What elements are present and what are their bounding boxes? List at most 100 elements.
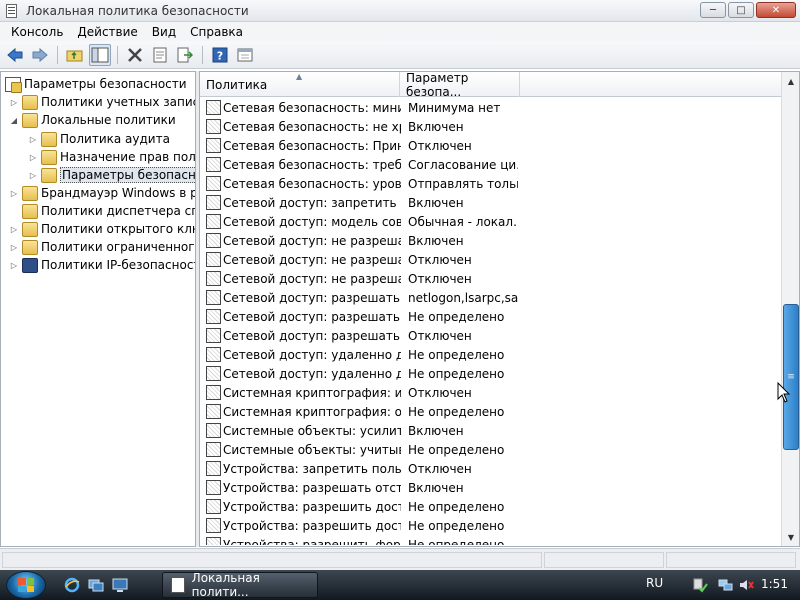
back-arrow-icon[interactable] <box>4 44 26 66</box>
policy-setting-icon <box>206 366 221 381</box>
taskbar-item-local-security-policy[interactable]: Локальная полити... <box>162 571 318 599</box>
expand-arrow-icon[interactable]: ▷ <box>9 243 19 252</box>
security-setting-cell: netlogon,lsarpc,sa... <box>408 290 518 305</box>
security-policy-app-icon <box>171 577 185 593</box>
show-tree-icon[interactable] <box>89 43 111 66</box>
table-row[interactable]: Сетевая безопасность: требов... Согласова… <box>200 155 782 174</box>
up-folder-icon[interactable] <box>64 44 86 66</box>
tree-item-security-options[interactable]: ▷ Параметры безопасности <box>28 166 195 184</box>
policy-icon <box>5 76 22 93</box>
policy-setting-icon <box>206 233 221 248</box>
tree-item-account-policies[interactable]: ▷ Политики учетных записей <box>9 93 195 111</box>
folder-icon <box>22 185 38 201</box>
ip-security-icon <box>22 257 38 273</box>
menu-view[interactable]: Вид <box>145 25 183 39</box>
menu-console[interactable]: Консоль <box>4 25 70 39</box>
console-tree-icon[interactable] <box>234 44 256 66</box>
collapse-arrow-icon[interactable]: ◢ <box>9 116 19 125</box>
security-setting-cell: Не определено <box>408 347 505 362</box>
scrollbar-thumb[interactable]: ≡ <box>783 304 799 450</box>
table-row[interactable]: Сетевая безопасность: не хра... Включен <box>200 117 782 136</box>
table-row[interactable]: Сетевой доступ: не разрешать... Включен <box>200 231 782 250</box>
properties-icon[interactable] <box>149 44 171 66</box>
tree-item-public-key[interactable]: ▷ Политики открытого ключа <box>9 220 195 238</box>
table-row[interactable]: Системная криптография: об... Не определе… <box>200 402 782 421</box>
security-center-icon[interactable] <box>692 577 708 593</box>
table-row[interactable]: Сетевой доступ: удаленно дос... Не опреде… <box>200 364 782 383</box>
table-row[interactable]: Сетевой доступ: модель совм... Обычная - … <box>200 212 782 231</box>
policy-name-cell: Устройства: разрешить досту... <box>223 518 401 533</box>
title-bar: Локальная политика безопасности ─ □ ✕ <box>0 0 800 22</box>
tree-item-user-rights[interactable]: ▷ Назначение прав пользователя <box>28 148 195 166</box>
scroll-down-arrow-icon[interactable]: ▼ <box>783 529 799 545</box>
status-cell <box>544 552 664 568</box>
expand-arrow-icon[interactable]: ▷ <box>28 171 38 180</box>
table-row[interactable]: Устройства: запретить пользо... Отключен <box>200 459 782 478</box>
menu-action[interactable]: Действие <box>70 25 144 39</box>
minimize-button[interactable]: ─ <box>700 2 726 18</box>
security-setting-cell: Отправлять тольк... <box>408 176 518 191</box>
table-row[interactable]: Устройства: разрешить досту... Не определ… <box>200 497 782 516</box>
table-row[interactable]: Сетевая безопасность: Прину... Отключен <box>200 136 782 155</box>
table-row[interactable]: Системная криптография: ис... Отключен <box>200 383 782 402</box>
help-icon[interactable]: ? <box>209 44 231 66</box>
table-row[interactable]: Устройства: разрешать отсты... Включен <box>200 478 782 497</box>
switch-windows-icon[interactable] <box>88 577 104 593</box>
column-header-security-setting[interactable]: Параметр безопа... <box>400 71 520 99</box>
policy-name-cell: Системная криптография: ис... <box>223 385 401 400</box>
table-row[interactable]: Сетевой доступ: удаленно дос... Не опреде… <box>200 345 782 364</box>
language-indicator[interactable]: RU <box>646 576 663 590</box>
maximize-button[interactable]: □ <box>728 2 754 18</box>
table-row[interactable]: Устройства: разрешить досту... Не определ… <box>200 516 782 535</box>
table-row[interactable]: Сетевой доступ: не разрешать... Отключен <box>200 250 782 269</box>
table-row[interactable]: Сетевой доступ: не разрешать... Отключен <box>200 269 782 288</box>
policy-setting-icon <box>206 537 221 545</box>
close-button[interactable]: ✕ <box>756 2 796 18</box>
tree-item-audit-policy[interactable]: ▷ Политика аудита <box>28 130 170 148</box>
tree-item-software-restriction[interactable]: ▷ Политики ограниченного использования <box>9 238 195 256</box>
tree-root[interactable]: Параметры безопасности <box>5 75 187 93</box>
policy-setting-icon <box>206 347 221 362</box>
tree-item-local-policies[interactable]: ◢ Локальные политики <box>9 111 176 129</box>
policy-setting-icon <box>206 404 221 419</box>
show-desktop-icon[interactable] <box>112 577 128 593</box>
start-button[interactable] <box>6 571 46 599</box>
tree-item-network-list-manager[interactable]: Политики диспетчера списков <box>9 202 195 220</box>
table-row[interactable]: Сетевая безопасность: миним... Минимума н… <box>200 98 782 117</box>
expand-arrow-icon[interactable]: ▷ <box>28 153 38 162</box>
folder-icon <box>22 221 38 237</box>
table-row[interactable]: Сетевой доступ: запретить ан... Включен <box>200 193 782 212</box>
expand-arrow-icon[interactable]: ▷ <box>9 98 19 107</box>
expand-arrow-icon[interactable]: ▷ <box>9 189 19 198</box>
scroll-up-arrow-icon[interactable]: ▲ <box>783 73 799 89</box>
policy-name-cell: Сетевой доступ: не разрешать... <box>223 252 401 267</box>
system-clock[interactable]: 1:51 <box>761 577 788 591</box>
menu-help[interactable]: Справка <box>183 25 250 39</box>
export-list-icon[interactable] <box>174 44 196 66</box>
forward-arrow-icon[interactable] <box>29 44 51 66</box>
policy-folder-icon <box>41 149 57 165</box>
volume-muted-icon[interactable] <box>738 577 754 593</box>
column-label: Параметр безопа... <box>406 71 469 99</box>
policy-setting-icon <box>206 461 221 476</box>
tree-item-label: Политика аудита <box>60 132 170 146</box>
expand-arrow-icon[interactable]: ▷ <box>9 225 19 234</box>
delete-icon[interactable] <box>124 44 146 66</box>
table-row[interactable]: Системные объекты: учитыва... Не определе… <box>200 440 782 459</box>
tree-item-windows-firewall[interactable]: ▷ Брандмауэр Windows в режиме <box>9 184 195 202</box>
expand-arrow-icon[interactable]: ▷ <box>9 261 19 270</box>
table-row[interactable]: Сетевой доступ: разрешать пр... Отключен <box>200 326 782 345</box>
svg-text:?: ? <box>217 49 223 62</box>
table-row[interactable]: Системные объекты: усилить ... Включен <box>200 421 782 440</box>
expand-arrow-icon[interactable]: ▷ <box>28 135 38 144</box>
table-row[interactable]: Устройства: разрешить форм... Не определе… <box>200 535 782 545</box>
vertical-scrollbar[interactable]: ▲ ≡ ▼ <box>781 72 799 546</box>
network-icon[interactable] <box>718 577 734 593</box>
policy-setting-icon <box>206 176 221 191</box>
table-row[interactable]: Сетевой доступ: разрешать ан... Не опреде… <box>200 307 782 326</box>
tree-item-ip-security[interactable]: ▷ Политики IP-безопасности <box>9 256 195 274</box>
table-row[interactable]: Сетевая безопасность: уровен... Отправлят… <box>200 174 782 193</box>
internet-explorer-icon[interactable] <box>64 577 80 593</box>
table-row[interactable]: Сетевой доступ: разрешать ан... netlogon,… <box>200 288 782 307</box>
security-setting-cell: Не определено <box>408 518 505 533</box>
